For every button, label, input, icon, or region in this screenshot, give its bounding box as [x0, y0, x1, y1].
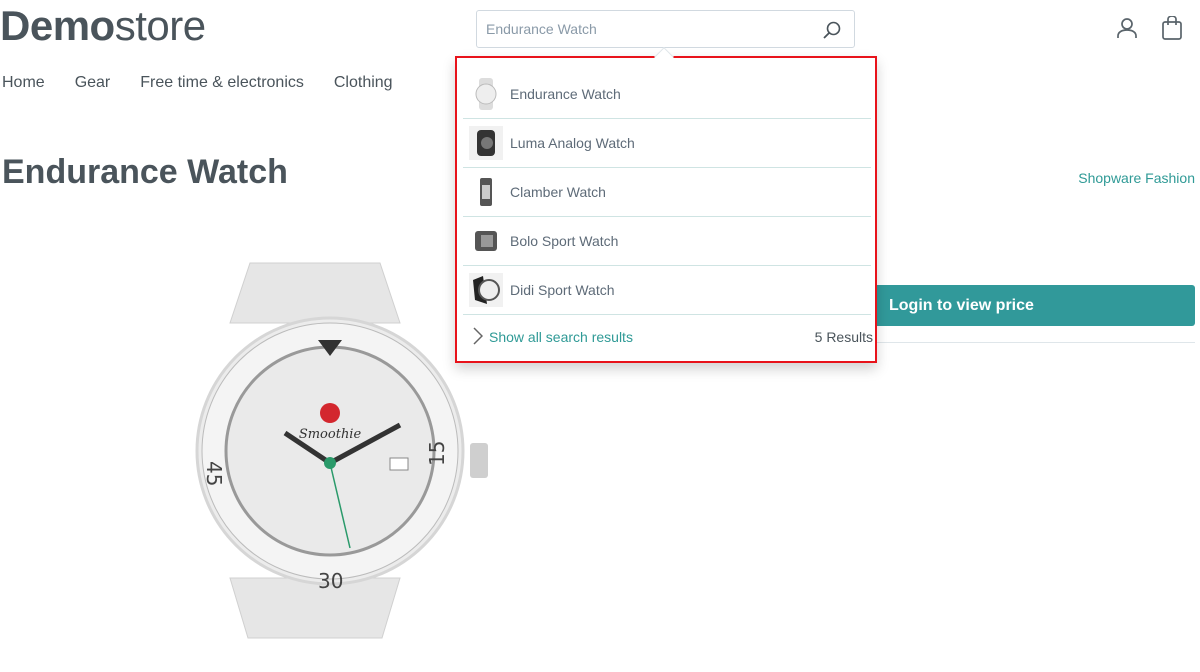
suggest-item-label: Bolo Sport Watch	[510, 233, 619, 249]
suggest-item[interactable]: Clamber Watch	[463, 168, 871, 217]
login-to-view-price-button[interactable]: Login to view price	[860, 285, 1195, 326]
product-thumbnail	[469, 126, 503, 160]
search-suggest-dropdown: Endurance Watch Luma Analog Watch Clambe…	[455, 47, 877, 363]
divider	[860, 342, 1195, 343]
bezel-30: 30	[318, 569, 343, 593]
dropdown-caret	[654, 47, 674, 67]
suggest-item[interactable]: Luma Analog Watch	[463, 119, 871, 168]
manufacturer-link[interactable]: Shopware Fashion	[1078, 170, 1195, 186]
logo-bold: Demo	[0, 2, 115, 49]
main-nav: Home Gear Free time & electronics Clothi…	[2, 74, 393, 92]
search-value: Endurance Watch	[486, 21, 597, 37]
suggest-item[interactable]: Endurance Watch	[463, 70, 871, 119]
bezel-45: 45	[202, 461, 226, 486]
search-icon[interactable]	[822, 20, 842, 43]
show-all-results-link[interactable]: Show all search results	[489, 329, 633, 345]
logo-light: store	[114, 2, 206, 49]
suggest-item-label: Clamber Watch	[510, 184, 606, 200]
results-count: 5 Results	[814, 329, 873, 345]
cart-icon[interactable]	[1161, 15, 1183, 45]
product-thumbnail	[469, 175, 503, 209]
show-all-results[interactable]: Show all search results 5 Results	[463, 317, 873, 357]
suggest-item-label: Endurance Watch	[510, 86, 621, 102]
logo[interactable]: Demostore	[0, 2, 206, 50]
product-thumbnail	[469, 273, 503, 307]
suggest-item-label: Luma Analog Watch	[510, 135, 635, 151]
suggest-item[interactable]: Bolo Sport Watch	[463, 217, 871, 266]
suggest-item[interactable]: Didi Sport Watch	[463, 266, 871, 315]
watch-brand: Smoothie	[299, 427, 362, 442]
chevron-right-icon	[473, 326, 484, 348]
product-thumbnail	[469, 224, 503, 258]
product-image[interactable]: 45 30 15 Smoothie	[190, 258, 500, 643]
account-icon[interactable]	[1116, 17, 1138, 44]
nav-free-time[interactable]: Free time & electronics	[140, 74, 304, 92]
bezel-15: 15	[425, 441, 449, 466]
search-input[interactable]: Endurance Watch	[476, 10, 855, 48]
nav-clothing[interactable]: Clothing	[334, 74, 393, 92]
nav-gear[interactable]: Gear	[75, 74, 111, 92]
nav-home[interactable]: Home	[2, 74, 45, 92]
suggest-item-label: Didi Sport Watch	[510, 282, 615, 298]
product-thumbnail	[469, 77, 503, 111]
page-title: Endurance Watch	[2, 153, 288, 191]
